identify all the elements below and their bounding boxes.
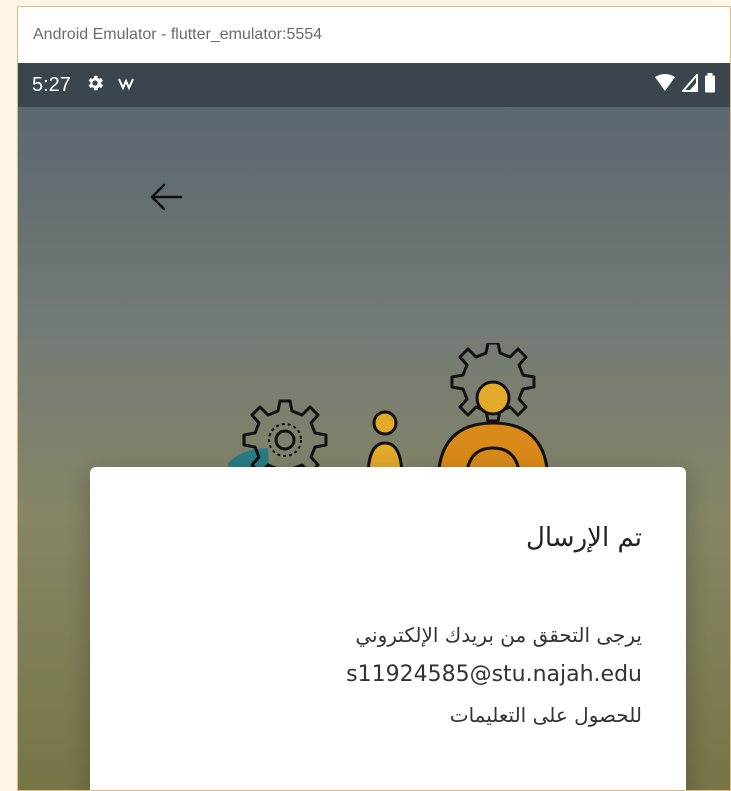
dialog-message-line3: للحصول على التعليمات bbox=[449, 703, 642, 727]
success-dialog: تم الإرسال يرجى التحقق من بريدك الإلكترو… bbox=[90, 467, 686, 790]
dialog-email: s11924585@stu.najah.edu bbox=[346, 662, 642, 687]
status-bar: 5:27 bbox=[18, 63, 730, 107]
status-right-icons bbox=[654, 71, 716, 98]
window-titlebar: Android Emulator - flutter_emulator:5554 bbox=[18, 7, 730, 63]
battery-icon bbox=[704, 72, 716, 98]
status-time: 5:27 bbox=[32, 73, 71, 96]
signal-icon bbox=[680, 71, 698, 97]
window-title: Android Emulator - flutter_emulator:5554 bbox=[33, 26, 323, 43]
device-screen: 5:27 تم الإرسال يرجى التحقق من بريدك الإ… bbox=[18, 63, 730, 790]
emulator-window: Android Emulator - flutter_emulator:5554… bbox=[17, 6, 731, 791]
dialog-message: يرجى التحقق من بريدك الإلكتروني s1192458… bbox=[122, 615, 642, 735]
back-button[interactable] bbox=[142, 175, 190, 223]
dialog-title: تم الإرسال bbox=[525, 523, 642, 553]
wifi-icon bbox=[654, 73, 676, 97]
status-left-icons bbox=[85, 73, 135, 98]
dialog-message-line1: يرجى التحقق من بريدك الإلكتروني bbox=[355, 623, 642, 647]
notification-icon bbox=[117, 75, 135, 96]
arrow-back-icon bbox=[149, 182, 183, 217]
settings-gear-icon bbox=[85, 73, 105, 98]
